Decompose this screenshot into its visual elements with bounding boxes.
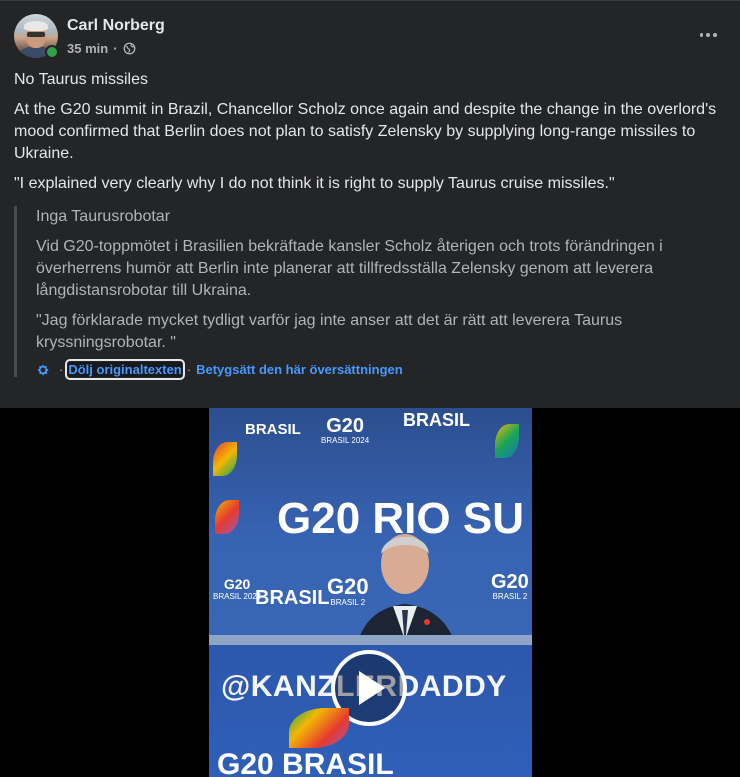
- original-quote: "Jag förklarade mycket tydligt varför ja…: [36, 312, 623, 351]
- author-name[interactable]: Carl Norberg: [67, 17, 165, 35]
- more-options-button[interactable]: [698, 25, 718, 45]
- post-paragraph: At the G20 summit in Brazil, Chancellor …: [14, 101, 717, 162]
- logo-top-left: BRASIL: [245, 421, 301, 438]
- translation-controls: · Dölj originaltexten · Betygsätt den hä…: [36, 359, 726, 380]
- desk: [209, 635, 532, 645]
- logo-mid-center: BRASIL: [255, 587, 330, 609]
- logo-top-right: BRASIL: [403, 410, 470, 430]
- separator: ·: [113, 41, 118, 56]
- post-meta: Carl Norberg 35 min ·: [67, 14, 165, 56]
- post-title: No Taurus missiles: [14, 71, 148, 88]
- logo-mid-right: G20 BRASIL 2: [327, 574, 369, 608]
- rate-translation-link[interactable]: Betygsätt den här översättningen: [196, 362, 403, 377]
- video-player[interactable]: BRASIL G20 BRASIL 2024 BRASIL G20 RIO SU…: [209, 408, 532, 777]
- logo-mid-left: G20 BRASIL 2024: [213, 576, 262, 601]
- post-body: No Taurus missiles At the G20 summit in …: [14, 69, 726, 203]
- avatar[interactable]: [14, 14, 59, 59]
- original-title: Inga Taurusrobotar: [36, 208, 171, 225]
- online-status-dot: [45, 45, 59, 59]
- logo-top-center: G20 BRASIL 2024: [321, 415, 370, 445]
- post-quote: "I explained very clearly why I do not t…: [14, 175, 615, 192]
- original-paragraph: Vid G20-toppmötet i Brasilien bekräftade…: [36, 238, 663, 299]
- post-time-row: 35 min ·: [67, 41, 165, 56]
- hide-original-link[interactable]: Dölj originaltexten: [65, 359, 185, 380]
- original-text-block: Inga Taurusrobotar Vid G20-toppmötet i B…: [14, 206, 726, 380]
- video-bottom-logo: G20 BRASIL: [217, 748, 394, 777]
- post-header: Carl Norberg 35 min ·: [14, 14, 165, 59]
- post-timestamp[interactable]: 35 min: [67, 41, 108, 56]
- play-icon: [359, 671, 385, 705]
- more-horizontal-icon: [699, 33, 704, 37]
- gear-icon[interactable]: [36, 363, 50, 377]
- post-card: Carl Norberg 35 min · No Taurus missiles…: [0, 0, 740, 408]
- logo-far-right: G20 BRASIL 2: [491, 571, 529, 601]
- globe-icon: [123, 42, 135, 55]
